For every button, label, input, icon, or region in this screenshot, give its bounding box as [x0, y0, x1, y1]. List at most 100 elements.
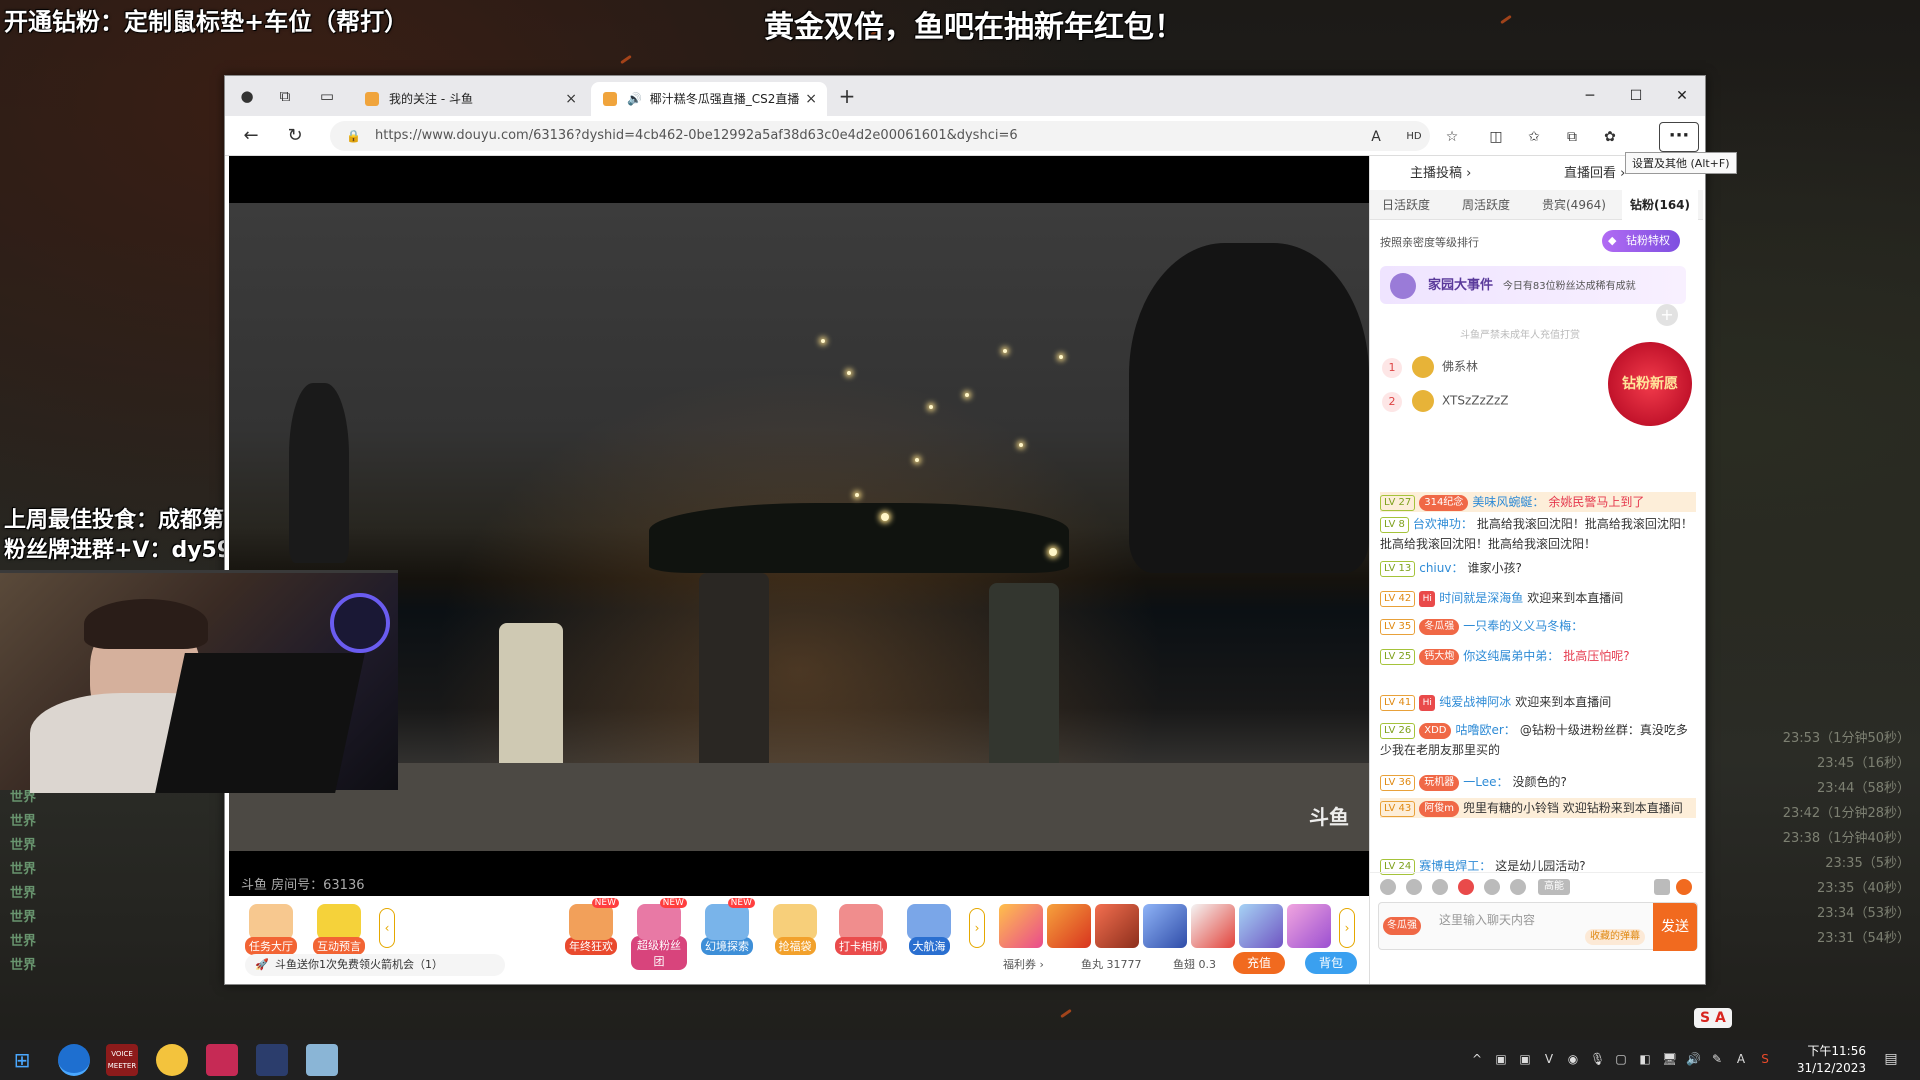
settings-menu-button[interactable]: ··· [1659, 122, 1699, 152]
system-clock[interactable]: 下午11:56 31/12/2023 [1797, 1043, 1866, 1077]
chat-input-box[interactable]: 冬瓜强 这里输入聊天内容 收藏的弹幕 发送 [1378, 902, 1698, 951]
anchor-submit-link[interactable]: 主播投稿 › [1410, 162, 1471, 181]
network-icon[interactable]: 🖥 [1662, 1052, 1677, 1066]
tab-live-stream[interactable]: 🔊 椰汁糕冬瓜强直播_CS2直播 × [591, 82, 827, 116]
bubble-icon[interactable] [1484, 879, 1500, 895]
gift-box-icon[interactable] [1510, 879, 1526, 895]
family-event-banner[interactable]: 家园大事件 今日有83位粉丝达成稀有成就 [1380, 266, 1686, 304]
backpack-button[interactable]: 背包 [1305, 952, 1357, 974]
split-screen-icon[interactable]: ◫ [1485, 126, 1507, 148]
activity-camera-button[interactable]: 打卡相机 [833, 904, 889, 955]
hd-icon[interactable]: HD [1403, 126, 1425, 148]
greeting-badge[interactable]: Hi [1419, 591, 1436, 607]
fan-badge[interactable]: 冬瓜强 [1419, 619, 1460, 635]
tray-app-icon[interactable]: ◧ [1638, 1052, 1652, 1066]
screen-icon[interactable] [1654, 879, 1670, 895]
activity-fan-group-button[interactable]: NEW 超级粉丝团 [631, 898, 687, 970]
chat-nickname[interactable]: 赛博电焊工： [1419, 859, 1491, 873]
collections-icon[interactable]: ⧉ [1561, 126, 1583, 148]
maximize-button[interactable]: ☐ [1613, 82, 1659, 110]
chat-nickname[interactable]: 美味风蜿蜒： [1472, 495, 1544, 509]
fan-badge[interactable]: XDD [1419, 723, 1452, 739]
coupon-link[interactable]: 福利券 › [1003, 956, 1044, 972]
gift-item[interactable] [1095, 904, 1139, 948]
my-fan-badge[interactable]: 冬瓜强 [1383, 917, 1421, 935]
tab-daily-activity[interactable]: 日活跃度 [1382, 190, 1430, 220]
saved-danmaku-button[interactable]: 收藏的弹幕 [1585, 929, 1645, 945]
fan-badge[interactable]: 314纪念 [1419, 495, 1469, 511]
activity-lucky-bag-button[interactable]: 抢福袋 [767, 904, 823, 955]
app-icon[interactable] [306, 1044, 338, 1076]
url-field[interactable]: 🔒 https://www.douyu.com/63136?dyshid=4cb… [330, 121, 1430, 151]
chat-nickname[interactable]: 你这纯属弟中弟： [1463, 649, 1559, 663]
fan-badge[interactable]: 阿俊m [1419, 801, 1459, 817]
douyu-app-icon[interactable] [156, 1044, 188, 1076]
right-arrow-icon[interactable]: › [969, 908, 985, 948]
diamond-privilege-button[interactable]: ◆ 钻粉特权 [1602, 230, 1680, 252]
close-tab-icon[interactable]: × [805, 82, 817, 116]
fan-badge[interactable]: 玩机器 [1419, 775, 1460, 791]
tab-diamond-fans[interactable]: 钻粉(164) [1622, 190, 1699, 220]
lock-icon[interactable]: 🔒 [346, 121, 361, 151]
workspaces-icon[interactable]: ⧉ [275, 86, 295, 106]
rocket-notice[interactable]: 🚀 斗鱼送你1次免费领火箭机会（1） [245, 954, 505, 976]
volume-icon[interactable]: 🔊 [1686, 1052, 1701, 1066]
red-packet-icon[interactable] [1676, 879, 1692, 895]
activity-year-end-button[interactable]: NEW 年终狂欢 [563, 898, 619, 955]
close-tab-icon[interactable]: × [565, 82, 577, 116]
game-app-icon[interactable] [206, 1044, 238, 1076]
ime-toolbar[interactable]: S A [1694, 1008, 1732, 1028]
tab-my-follows[interactable]: 我的关注 - 斗鱼 × [353, 82, 587, 116]
favorites-icon[interactable]: ✩ [1523, 126, 1545, 148]
voicemeeter-icon[interactable]: VOICE MEETER [106, 1044, 138, 1076]
left-arrow-icon[interactable]: ‹ [379, 908, 395, 948]
chat-nickname[interactable]: chiuv： [1419, 561, 1463, 575]
edge-icon[interactable] [58, 1044, 90, 1076]
fan-icon[interactable] [1458, 879, 1474, 895]
activity-voyage-button[interactable]: 大航海 [901, 904, 957, 955]
valorant-icon[interactable] [256, 1044, 288, 1076]
task-hall-button[interactable]: 任务大厅 [243, 904, 299, 955]
back-icon[interactable]: ← [239, 125, 263, 147]
favorite-star-icon[interactable]: ☆ [1441, 126, 1463, 148]
chat-nickname[interactable]: 台欢神功： [1413, 517, 1473, 531]
chat-nickname[interactable]: 一只奉的义义马冬梅： [1463, 619, 1583, 633]
new-tab-button[interactable]: + [837, 86, 857, 106]
refresh-icon[interactable]: ↻ [283, 125, 307, 147]
emoji-icon[interactable] [1380, 879, 1396, 895]
gift-item[interactable] [1239, 904, 1283, 948]
extensions-icon[interactable]: ✿ [1599, 126, 1621, 148]
tab-vip[interactable]: 贵宾(4964) [1542, 190, 1606, 220]
gift-item[interactable] [1047, 904, 1091, 948]
sogou-icon[interactable]: S [1758, 1052, 1772, 1066]
rank-row[interactable]: 1 佛系林 [1382, 356, 1478, 378]
windows-start-icon[interactable]: ⊞ [6, 1044, 38, 1076]
chat-nickname[interactable]: 一Lee： [1463, 775, 1508, 789]
gift-item[interactable] [1143, 904, 1187, 948]
microphone-icon[interactable]: 🎙 [1590, 1052, 1605, 1066]
horn-icon[interactable] [1406, 879, 1422, 895]
close-window-button[interactable]: ✕ [1659, 82, 1705, 110]
pen-icon[interactable]: ✎ [1710, 1052, 1724, 1066]
activity-explore-button[interactable]: NEW 幻境探索 [699, 898, 755, 955]
tray-app-icon[interactable]: ▣ [1518, 1052, 1532, 1066]
tab-weekly-activity[interactable]: 周活跃度 [1462, 190, 1510, 220]
recharge-button[interactable]: 充值 [1233, 952, 1285, 974]
chat-nickname[interactable]: 时间就是深海鱼 [1439, 591, 1523, 605]
fan-badge[interactable]: 钙大炮 [1419, 649, 1460, 665]
rank-row[interactable]: 2 XTSzZzZzZ [1382, 390, 1509, 412]
minimize-button[interactable]: ─ [1567, 82, 1613, 110]
gift-item[interactable] [1287, 904, 1331, 948]
ime-mode-icon[interactable]: A [1734, 1052, 1748, 1066]
greeting-badge[interactable]: Hi [1419, 695, 1436, 711]
add-icon[interactable]: + [1656, 304, 1678, 326]
tray-app-icon[interactable]: ▢ [1614, 1052, 1628, 1066]
tray-app-icon[interactable]: V [1542, 1052, 1556, 1066]
read-aloud-icon[interactable]: A [1365, 126, 1387, 148]
tray-app-icon[interactable]: ◉ [1566, 1052, 1580, 1066]
prediction-button[interactable]: 互动预言 [311, 904, 367, 955]
replay-link[interactable]: 直播回看 › [1564, 162, 1625, 181]
profile-icon[interactable]: ● [237, 86, 257, 106]
chevron-up-icon[interactable]: ^ [1470, 1052, 1484, 1066]
chat-input[interactable]: 这里输入聊天内容 [1439, 911, 1535, 928]
